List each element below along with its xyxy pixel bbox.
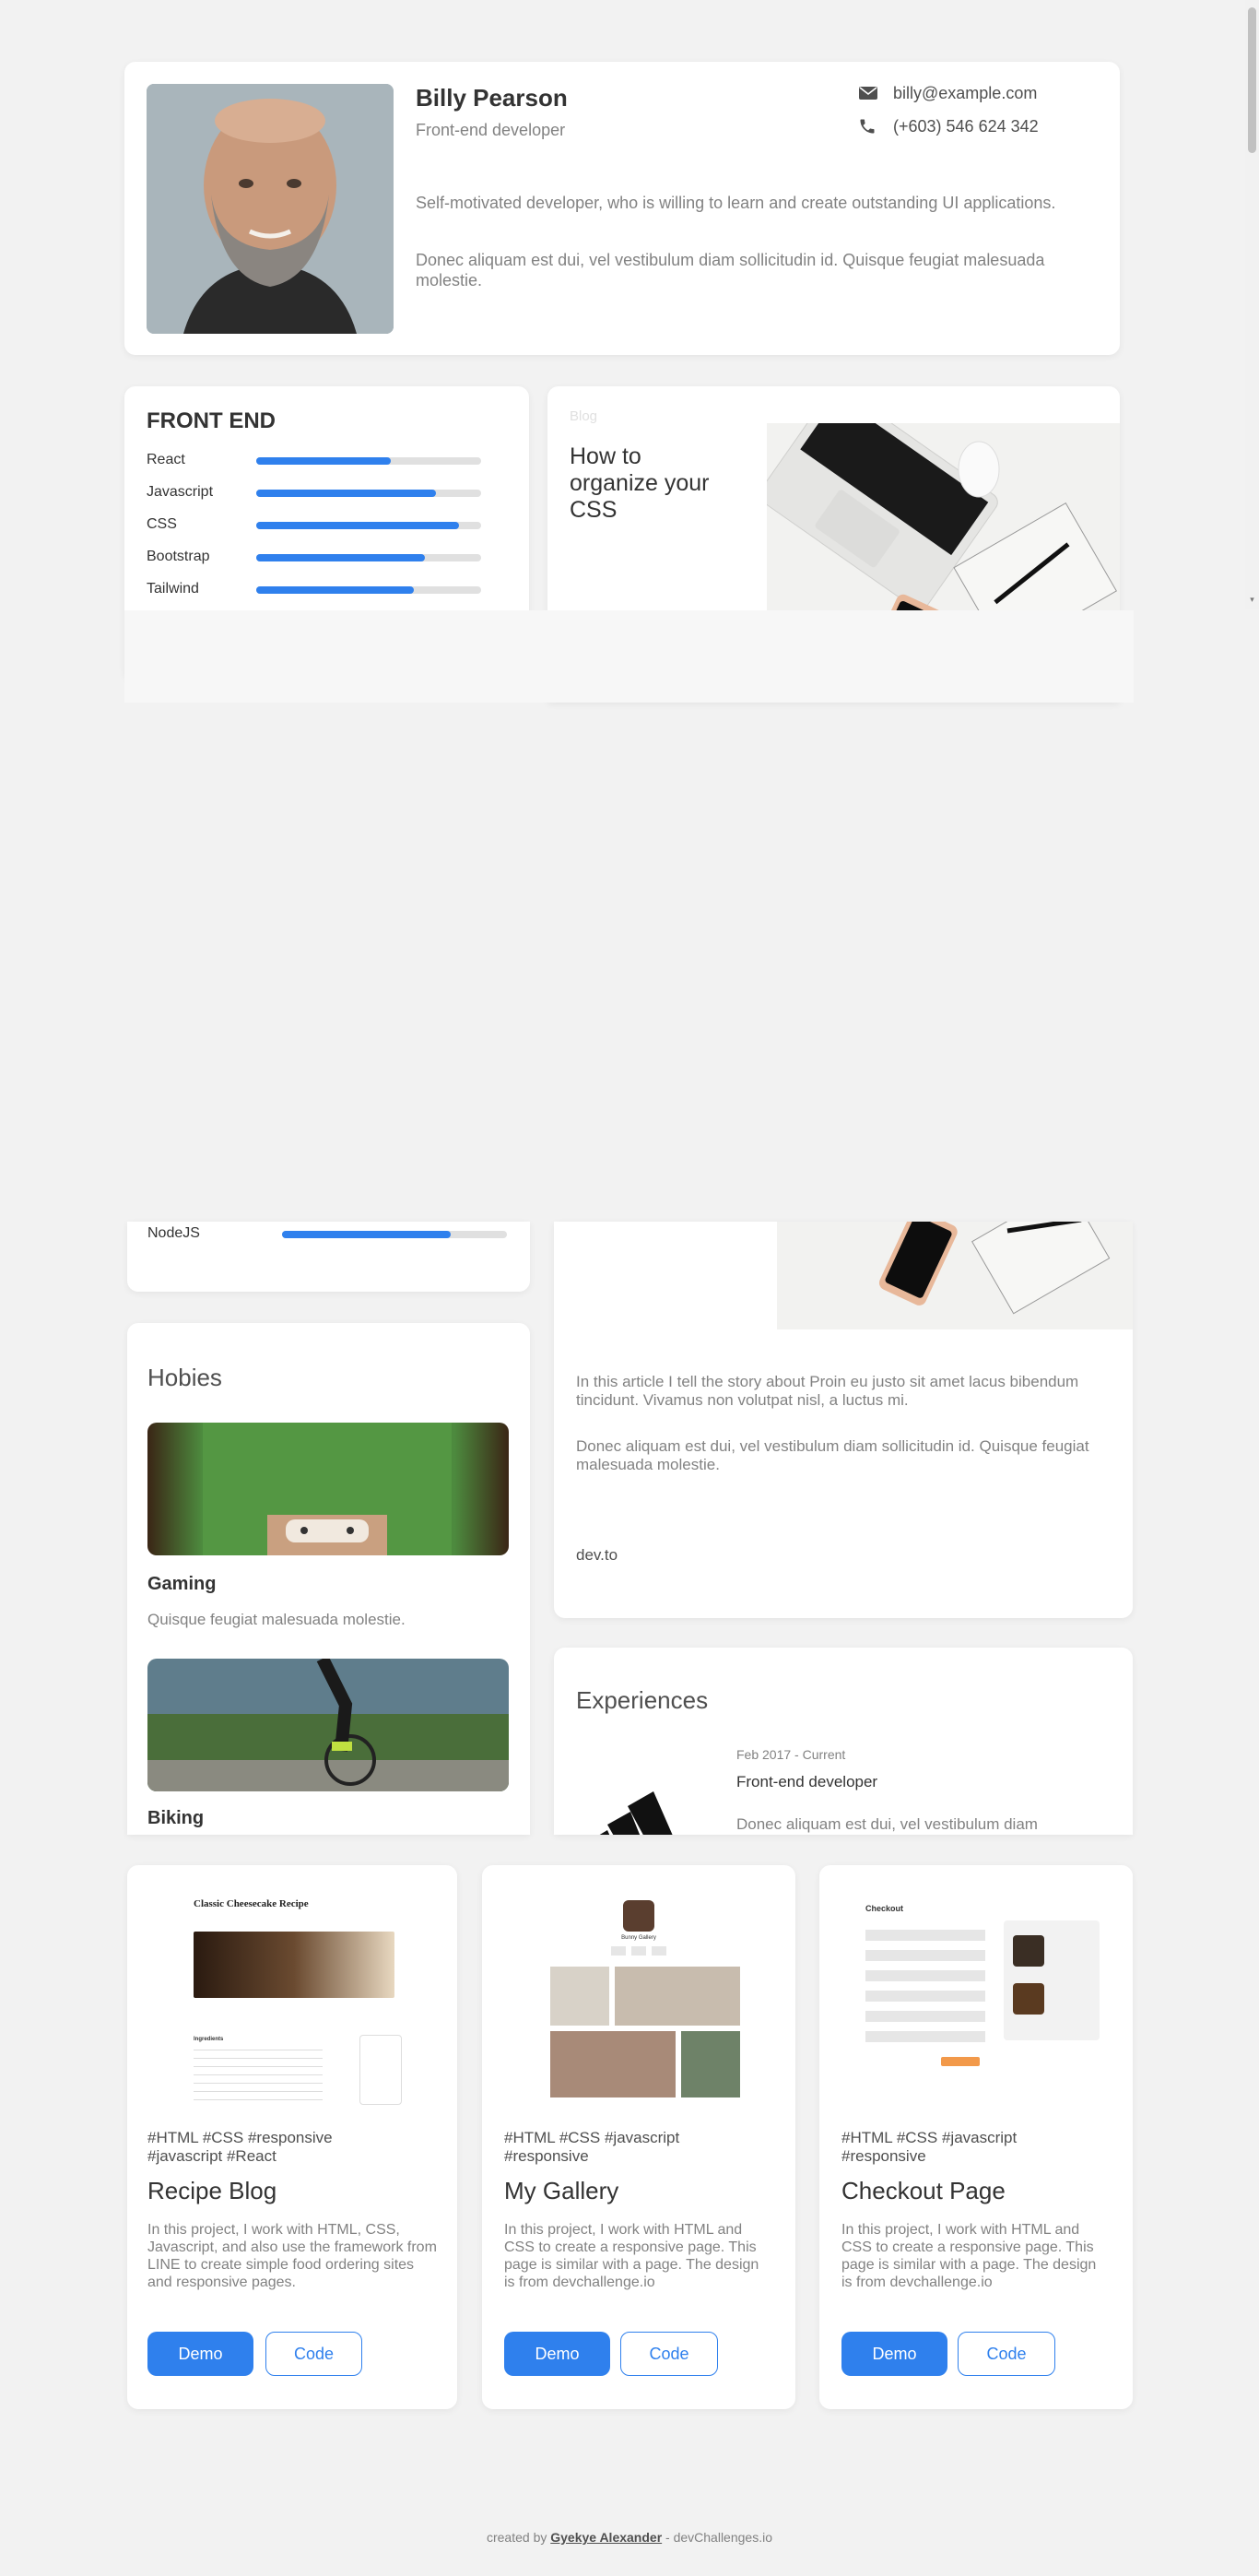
blog-title: How to organize your CSS: [570, 443, 710, 523]
hobby-image-biking: [147, 1659, 509, 1791]
skill-label-tailwind: Tailwind: [147, 581, 199, 597]
project-thumbnail: Classic Cheesecake Recipe Ingredients: [149, 1887, 435, 2127]
footer-prefix: created by: [486, 2530, 551, 2545]
profile-photo: [147, 84, 394, 334]
thumb-continue: [941, 2057, 980, 2066]
email-row[interactable]: billy@example.com: [858, 80, 1037, 106]
code-button[interactable]: Code: [958, 2332, 1055, 2376]
blog-paragraph-2: Donec aliquam est dui, vel vestibulum di…: [576, 1437, 1089, 1473]
skill-bar-react: [256, 457, 481, 465]
thumb-avatar: [623, 1900, 654, 1932]
hobby-desc-gaming: Quisque feugiat malesuada molestie.: [147, 1611, 406, 1628]
thumb-photo-1: [550, 1967, 609, 2026]
scrollbar-thumb[interactable]: [1248, 7, 1256, 153]
experience-desc: Donec aliquam est dui, vel vestibulum di…: [736, 1815, 1038, 1833]
hobby-name-gaming: Gaming: [147, 1574, 217, 1594]
hobby-name-biking: Biking: [147, 1808, 205, 1828]
phone-row[interactable]: (+603) 546 624 342: [858, 113, 1039, 139]
project-tags: #HTML #CSS #javascript #responsive: [841, 2129, 1018, 2165]
skills-card-bottom: NodeJS: [127, 1222, 530, 1292]
hobbies-card: Hobies Gaming Quisque feugiat malesuada …: [127, 1323, 530, 1835]
skill-bar-fill-nodejs-continued: [282, 1231, 451, 1238]
skill-bar-fill-javascript: [256, 490, 437, 497]
profile-role: Front-end developer: [416, 121, 566, 139]
thumb-image: [194, 1932, 394, 1998]
experience-role: Front-end developer: [736, 1773, 878, 1790]
blog-card-bottom: In this article I tell the story about P…: [554, 1222, 1133, 1618]
thumb-title: Bunny Gallery: [621, 1935, 656, 1941]
project-title: My Gallery: [504, 2177, 619, 2204]
project-desc: In this project, I work with HTML, CSS, …: [147, 2222, 437, 2290]
footer: created by Gyekye Alexander - devChallen…: [0, 2530, 1259, 2545]
project-desc: In this project, I work with HTML and CS…: [841, 2222, 1097, 2290]
project-tags: #HTML #CSS #responsive #javascript #Reac…: [147, 2129, 333, 2165]
skill-label-css: CSS: [147, 516, 177, 532]
mail-icon: [858, 86, 878, 100]
hobbies-title: Hobies: [147, 1364, 222, 1391]
skill-label-react: React: [147, 452, 185, 467]
skill-label-nodejs-continued: NodeJS: [147, 1225, 200, 1241]
blog-label: Blog: [570, 408, 598, 424]
thumb-item-1: [1013, 1935, 1044, 1967]
skill-bar-fill-bootstrap: [256, 554, 425, 561]
project-card-recipe-blog: Classic Cheesecake Recipe Ingredients #H…: [127, 1865, 457, 2409]
skill-bar-tailwind: [256, 586, 481, 594]
profile-card: Billy Pearson Front-end developer billy@…: [124, 62, 1120, 355]
blog-source-link[interactable]: dev.to: [576, 1546, 618, 1565]
thumb-sidebar: [359, 2035, 402, 2105]
project-desc: In this project, I work with HTML and CS…: [504, 2222, 759, 2290]
project-title: Checkout Page: [841, 2177, 1006, 2204]
project-title: Recipe Blog: [147, 2177, 277, 2204]
footer-suffix: - devChallenges.io: [662, 2530, 772, 2545]
demo-button[interactable]: Demo: [841, 2332, 947, 2376]
thumb-title: Classic Cheesecake Recipe: [194, 1898, 309, 1909]
project-card-my-gallery: Bunny Gallery #HTML #CSS #javascript #re…: [482, 1865, 795, 2409]
email-text: billy@example.com: [893, 83, 1038, 102]
thumb-lines: [194, 2050, 323, 2105]
thumb-form: [865, 1920, 985, 2050]
code-button[interactable]: Code: [265, 2332, 362, 2376]
project-card-checkout-page: Checkout #HTML #CSS #javascript #respons…: [819, 1865, 1133, 2409]
adidas-logo: [589, 1777, 695, 1835]
project-thumbnail: Bunny Gallery: [504, 1887, 773, 2127]
demo-button[interactable]: Demo: [147, 2332, 253, 2376]
skill-label-bootstrap: Bootstrap: [147, 549, 210, 564]
skill-bar-fill-react: [256, 457, 392, 465]
skill-bar-javascript: [256, 490, 481, 497]
skill-bar-css: [256, 522, 481, 529]
skills-title: FRONT END: [147, 408, 276, 433]
project-thumbnail: Checkout: [841, 1887, 1111, 2127]
experiences-title: Experiences: [576, 1686, 709, 1714]
skill-bar-nodejs-continued: [282, 1231, 507, 1238]
profile-bio-2: Donec aliquam est dui, vel vestibulum di…: [416, 251, 1045, 290]
thumb-chips: [611, 1946, 666, 1956]
skill-label-javascript: Javascript: [147, 484, 214, 500]
thumb-photo-4: [681, 2031, 740, 2097]
demo-button[interactable]: Demo: [504, 2332, 610, 2376]
phone-icon: [858, 117, 878, 136]
blog-paragraph-1: In this article I tell the story about P…: [576, 1373, 1079, 1409]
profile-name: Billy Pearson: [416, 84, 568, 112]
experiences-card: Experiences Feb 2017 - Current Front-end…: [554, 1648, 1133, 1835]
thumb-item-2: [1013, 1983, 1044, 2015]
experience-date: Feb 2017 - Current: [736, 1747, 846, 1762]
thumb-photo-2: [615, 1967, 740, 2026]
skill-bar-fill-css: [256, 522, 459, 529]
project-tags: #HTML #CSS #javascript #responsive: [504, 2129, 680, 2165]
thumb-photo-3: [550, 2031, 676, 2097]
skill-bar-bootstrap: [256, 554, 481, 561]
clipped-gap: [124, 610, 1134, 703]
skill-bar-fill-tailwind: [256, 586, 414, 594]
code-button[interactable]: Code: [620, 2332, 718, 2376]
hobby-image-gaming: [147, 1423, 509, 1555]
phone-text: (+603) 546 624 342: [893, 116, 1039, 136]
blog-image-continued: [777, 1222, 1133, 1329]
scroll-down-icon[interactable]: ▾: [1248, 596, 1256, 604]
thumb-subtitle: Ingredients: [194, 2037, 224, 2042]
thumb-title: Checkout: [865, 1904, 904, 1913]
profile-bio-1: Self-motivated developer, who is willing…: [416, 194, 1056, 212]
footer-author-link[interactable]: Gyekye Alexander: [550, 2530, 662, 2545]
